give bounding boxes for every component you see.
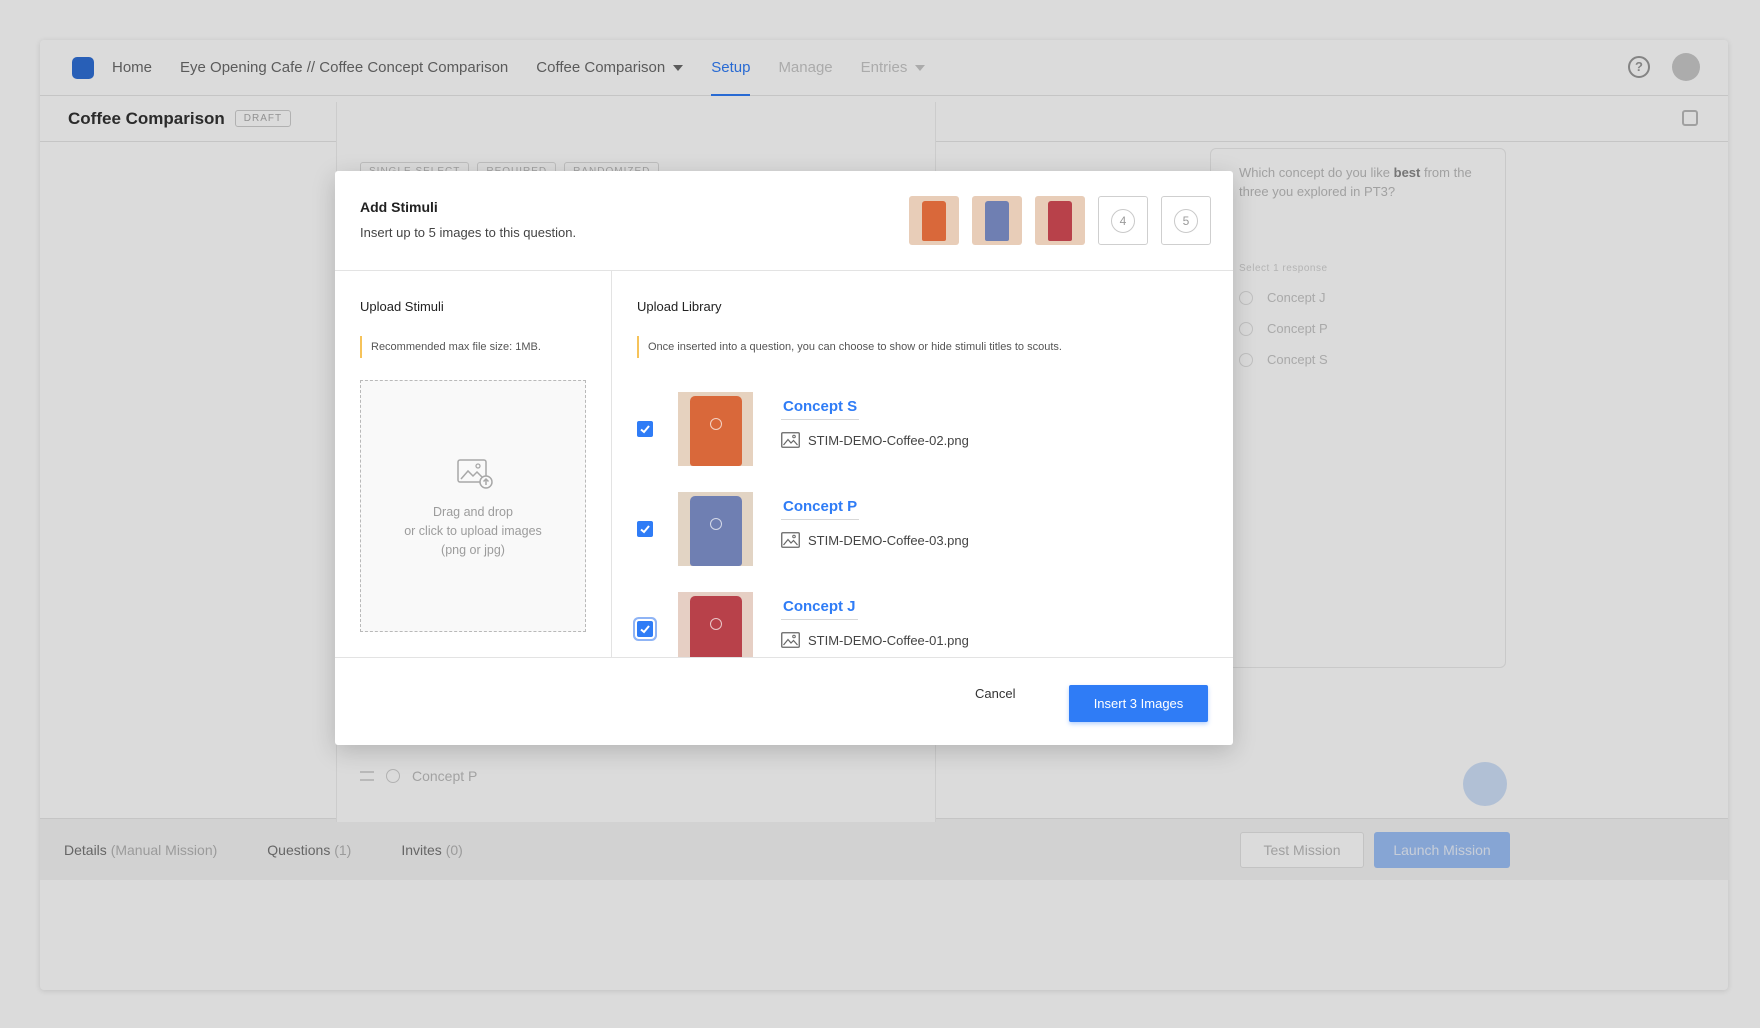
slot-number: 5: [1174, 209, 1198, 233]
add-stimuli-modal: Add Stimuli Insert up to 5 images to thi…: [335, 171, 1233, 745]
library-item-file: STIM-DEMO-Coffee-02.png: [781, 432, 969, 448]
library-item-filename: STIM-DEMO-Coffee-01.png: [808, 632, 969, 648]
modal-footer: Cancel Insert 3 Images: [335, 657, 1233, 745]
coffee-bag-image: [690, 496, 742, 566]
stimulus-slot-4[interactable]: 4: [1098, 196, 1148, 245]
image-upload-icon: [457, 459, 493, 489]
image-file-icon: [781, 632, 800, 648]
checkmark-icon: [640, 625, 650, 634]
bag-emblem: [710, 418, 722, 430]
upload-stimuli-pane: Upload Stimuli Recommended max file size…: [335, 271, 612, 657]
upload-library-pane: Upload Library Once inserted into a ques…: [612, 271, 1233, 657]
library-item-filename: STIM-DEMO-Coffee-02.png: [808, 432, 969, 448]
file-size-note: Recommended max file size: 1MB.: [360, 336, 541, 358]
library-note: Once inserted into a question, you can c…: [637, 336, 1062, 358]
library-item[interactable]: Concept P STIM-DEMO-Coffee-03.png: [637, 492, 1217, 568]
library-item-title[interactable]: Concept P: [781, 498, 860, 520]
modal-header: Add Stimuli Insert up to 5 images to thi…: [335, 171, 1233, 271]
library-item-filename: STIM-DEMO-Coffee-03.png: [808, 532, 969, 548]
library-item-checkbox[interactable]: [637, 421, 653, 437]
library-item-checkbox[interactable]: [637, 621, 653, 637]
modal-subtitle: Insert up to 5 images to this question.: [360, 225, 577, 240]
library-item-title[interactable]: Concept S: [781, 398, 860, 420]
dropzone-text: Drag and drop or click to upload images …: [361, 503, 585, 560]
bag-emblem: [710, 518, 722, 530]
checkmark-icon: [640, 525, 650, 534]
modal-title: Add Stimuli: [360, 199, 438, 215]
image-file-icon: [781, 432, 800, 448]
cancel-button[interactable]: Cancel: [975, 686, 1015, 701]
library-item-title[interactable]: Concept J: [781, 598, 858, 620]
coffee-bag-thumbnail: [985, 201, 1009, 241]
stimuli-slots: 4 5: [909, 196, 1211, 245]
image-file-icon: [781, 532, 800, 548]
slot-number: 4: [1111, 209, 1135, 233]
upload-stimuli-title: Upload Stimuli: [360, 299, 444, 314]
dropzone-line-2: or click to upload images: [404, 524, 542, 538]
library-item-thumbnail: [678, 592, 753, 657]
library-item-file: STIM-DEMO-Coffee-01.png: [781, 632, 969, 648]
library-item-file: STIM-DEMO-Coffee-03.png: [781, 532, 969, 548]
dropzone-line-1: Drag and drop: [433, 505, 513, 519]
coffee-bag-thumbnail: [1048, 201, 1072, 241]
library-item[interactable]: Concept J STIM-DEMO-Coffee-01.png: [637, 592, 1217, 657]
library-item-thumbnail: [678, 492, 753, 566]
stimulus-slot-1[interactable]: [909, 196, 959, 245]
stimulus-slot-5[interactable]: 5: [1161, 196, 1211, 245]
library-item-thumbnail: [678, 392, 753, 466]
bag-emblem: [710, 618, 722, 630]
dropzone-line-3: (png or jpg): [441, 543, 505, 557]
stimulus-slot-3[interactable]: [1035, 196, 1085, 245]
checkmark-icon: [640, 425, 650, 434]
insert-images-button[interactable]: Insert 3 Images: [1069, 685, 1208, 722]
coffee-bag-image: [690, 396, 742, 466]
library-item-checkbox[interactable]: [637, 521, 653, 537]
upload-dropzone[interactable]: Drag and drop or click to upload images …: [360, 380, 586, 632]
stimulus-slot-2[interactable]: [972, 196, 1022, 245]
upload-library-title: Upload Library: [637, 299, 722, 314]
library-item[interactable]: Concept S STIM-DEMO-Coffee-02.png: [637, 392, 1217, 468]
coffee-bag-thumbnail: [922, 201, 946, 241]
